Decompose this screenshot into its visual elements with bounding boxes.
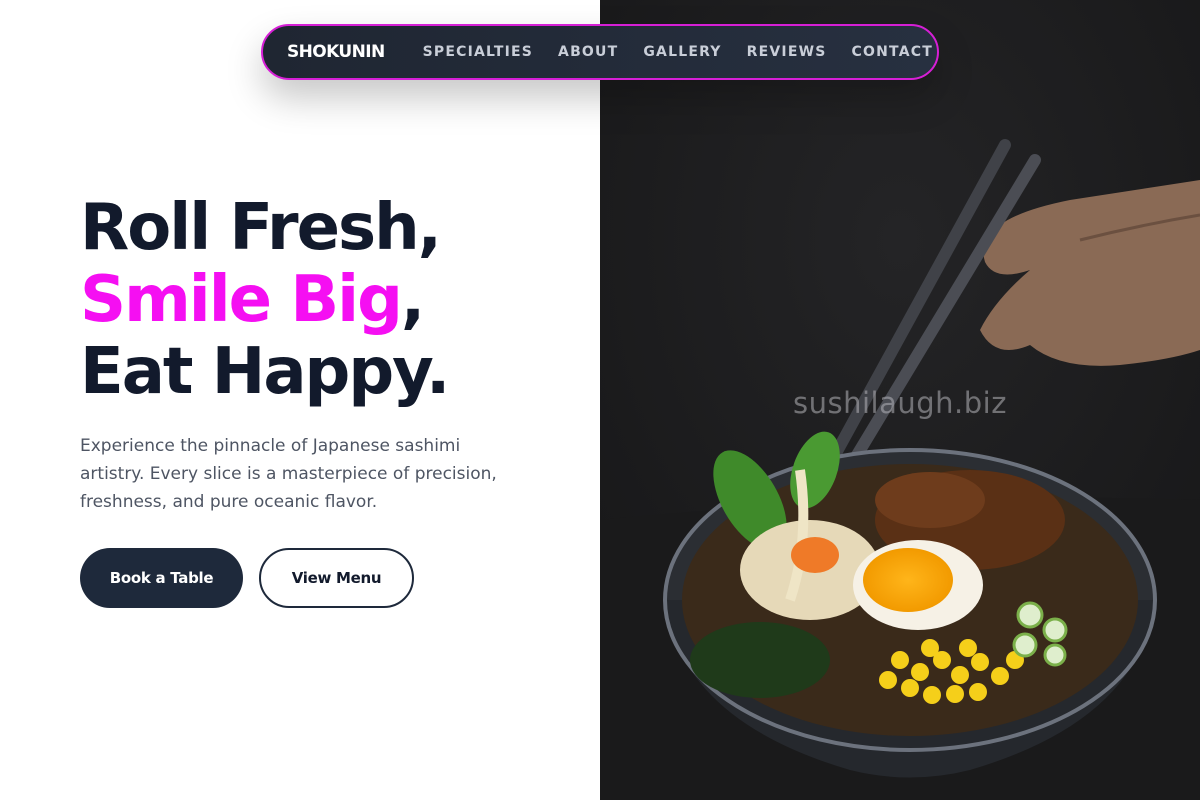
- nav-link-specialties[interactable]: SPECIALTIES: [423, 44, 533, 60]
- nav-links: SPECIALTIES ABOUT GALLERY REVIEWS CONTAC…: [423, 44, 933, 60]
- top-navigation: SHOKUNIN SPECIALTIES ABOUT GALLERY REVIE…: [261, 24, 939, 80]
- nav-link-about[interactable]: ABOUT: [558, 44, 618, 60]
- watermark-text: sushilaugh.biz: [793, 386, 1007, 420]
- headline-line-2-rest: ,: [400, 263, 425, 337]
- book-table-button[interactable]: Book a Table: [80, 548, 243, 608]
- nav-link-gallery[interactable]: GALLERY: [643, 44, 721, 60]
- brand-logo[interactable]: SHOKUNIN: [287, 42, 385, 62]
- hero-description: Experience the pinnacle of Japanese sash…: [80, 436, 497, 512]
- view-menu-button[interactable]: View Menu: [259, 548, 414, 608]
- headline-line-2: Smile Big,: [80, 264, 448, 336]
- nav-link-reviews[interactable]: REVIEWS: [747, 44, 827, 60]
- headline-line-1: Roll Fresh,: [80, 191, 442, 265]
- hero-headline: Roll Fresh, Smile Big, Eat Happy.: [80, 191, 450, 409]
- headline-line-3: Eat Happy.: [80, 335, 450, 409]
- nav-link-contact[interactable]: CONTACT: [852, 44, 933, 60]
- headline-accent: Smile Big: [80, 263, 403, 337]
